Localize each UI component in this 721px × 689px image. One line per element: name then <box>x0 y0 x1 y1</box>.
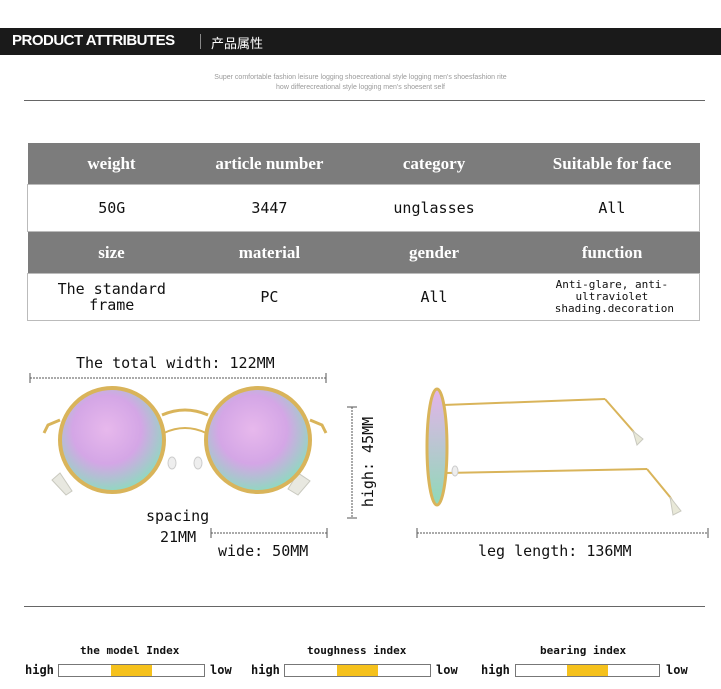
table-header-cell: category <box>343 143 525 185</box>
high-label: high: 45MM <box>359 416 377 508</box>
index-bar <box>284 664 431 677</box>
index-low-label: low <box>436 663 458 677</box>
index-toughness: toughness index high low <box>250 640 460 680</box>
total-width-label: The total width: 122MM <box>76 354 275 372</box>
table-value-cell: 3447 <box>195 184 344 232</box>
divider-bottom <box>24 606 705 607</box>
index-title: the model Index <box>80 644 180 657</box>
table-value-row: The standard frame PC All Anti-glare, an… <box>27 273 700 321</box>
index-bar <box>515 664 660 677</box>
total-width-dimension-line <box>29 373 327 383</box>
leg-length-label: leg length: 136MM <box>478 542 632 560</box>
header-title-en: PRODUCT ATTRIBUTES <box>12 32 175 49</box>
table-header-cell: size <box>27 231 196 274</box>
spacing-value: 21MM <box>160 528 197 546</box>
leg-length-dimension-line <box>416 528 709 538</box>
index-title: toughness index <box>307 644 407 657</box>
divider-top <box>24 100 705 101</box>
index-high-label: high <box>251 663 280 677</box>
table-header-cell: article number <box>195 143 344 185</box>
table-value-cell: All <box>343 273 525 321</box>
index-bar <box>58 664 205 677</box>
table-header-cell: function <box>524 231 700 274</box>
index-fill <box>567 665 608 676</box>
wide-dimension-line <box>210 528 328 538</box>
side-view-glasses-illustration <box>425 387 682 516</box>
header-title-cn: 产品属性 <box>211 37 264 52</box>
index-high-label: high <box>481 663 510 677</box>
table-value-row: 50G 3447 unglasses All <box>27 184 700 232</box>
front-view-glasses-illustration <box>42 386 328 496</box>
table-header-cell: material <box>195 231 344 274</box>
index-low-label: low <box>666 663 688 677</box>
header-divider <box>200 34 201 49</box>
index-fill <box>337 665 378 676</box>
table-value-cell: 50G <box>27 184 196 232</box>
table-header-cell: Suitable for face <box>524 143 700 185</box>
table-header-cell: gender <box>343 231 525 274</box>
index-model: the model Index high low <box>24 640 234 680</box>
index-low-label: low <box>210 663 232 677</box>
table-value-cell: The standard frame <box>27 273 196 321</box>
attributes-table: weight article number category Suitable … <box>27 143 700 321</box>
subtitle-line-2: how differecreational style logging men'… <box>276 84 445 91</box>
high-dimension-line <box>347 406 357 519</box>
subtitle-line-1: Super comfortable fashion leisure loggin… <box>214 74 507 81</box>
table-header-cell: weight <box>27 143 196 185</box>
table-value-cell: All <box>524 184 700 232</box>
table-header-row: weight article number category Suitable … <box>27 143 700 185</box>
wide-label: wide: 50MM <box>218 542 309 560</box>
index-high-label: high <box>25 663 54 677</box>
index-bearing: bearing index high low <box>480 640 695 680</box>
header-bar: PRODUCT ATTRIBUTES 产品属性 <box>0 28 721 55</box>
spacing-label: spacing <box>146 507 210 525</box>
index-title: bearing index <box>540 644 627 657</box>
index-fill <box>111 665 152 676</box>
table-value-cell: unglasses <box>343 184 525 232</box>
table-header-row: size material gender function <box>27 231 700 274</box>
table-value-cell: PC <box>195 273 344 321</box>
table-value-cell: Anti-glare, anti-ultraviolet shading.dec… <box>524 273 700 321</box>
